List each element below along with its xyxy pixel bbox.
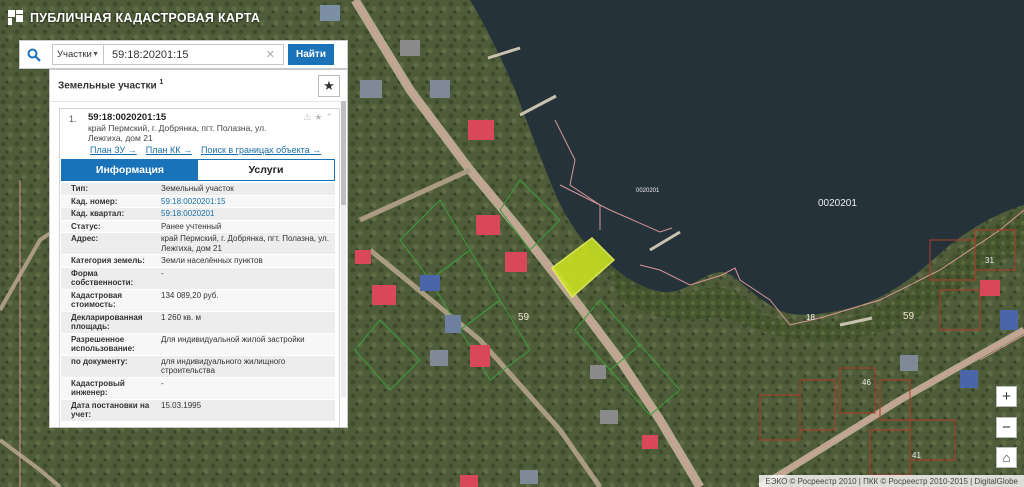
- map-label-31: 31: [985, 256, 994, 265]
- table-row: Кад. квартал: 59:18:0020201: [61, 208, 335, 221]
- table-row: Разрешенное использование: Для индивидуал…: [61, 333, 335, 356]
- map-label-59: 59: [518, 312, 530, 323]
- table-row: Кадастровая стоимость: 134 089,20 руб.: [61, 289, 335, 312]
- row-key: Кад. номер:: [71, 196, 118, 206]
- map-label-59-right: 59: [903, 311, 915, 322]
- search-category-value: Участки: [57, 49, 92, 60]
- map-label-46: 46: [862, 378, 871, 387]
- result-icons: ⚠ ★ ⌃: [303, 112, 333, 123]
- table-row: Декларированная площадь: 1 260 кв. м: [61, 311, 335, 334]
- results-panel: Земельные участки 1 ★ 1. 59:18:0020201:1…: [49, 69, 348, 428]
- zoom-out-button[interactable]: −: [996, 417, 1017, 438]
- result-card: 1. 59:18:0020201:15 край Пермский, г. До…: [59, 108, 340, 427]
- row-value: -: [161, 268, 164, 278]
- scroll-thumb[interactable]: [341, 101, 346, 205]
- app-title: ПУБЛИЧНАЯ КАДАСТРОВАЯ КАРТА: [30, 11, 261, 25]
- row-key: Кадастровый инженер:: [71, 378, 125, 398]
- info-table: Тип: Земельный участок Кад. номер: 59:18:0…: [61, 183, 335, 422]
- map-label-18: 18: [806, 313, 815, 322]
- row-value: Земельный участок: [161, 184, 234, 193]
- panel-title: Земельные участки 1: [58, 79, 164, 92]
- star-icon[interactable]: ★: [318, 74, 340, 97]
- table-row: Тип: Земельный участок: [61, 183, 335, 196]
- table-row: по документу: для индивидуального жилищно…: [61, 355, 335, 378]
- row-key: Дата постановки на учет:: [71, 400, 150, 420]
- row-value[interactable]: 59:18:0020201: [153, 208, 335, 220]
- row-key: Кадастровая стоимость:: [71, 290, 123, 310]
- tab-services[interactable]: Услуги: [198, 160, 334, 180]
- tab-info[interactable]: Информация: [62, 160, 198, 180]
- map-label-quarter-small: 0020201: [636, 188, 660, 194]
- chevron-down-icon: ▼: [92, 51, 99, 58]
- app-header: ПУБЛИЧНАЯ КАДАСТРОВАЯ КАРТА: [8, 10, 260, 26]
- row-value[interactable]: 59:18:0020201:15: [153, 196, 335, 208]
- row-value: 134 089,20 руб.: [161, 290, 219, 300]
- row-key: Статус:: [71, 221, 101, 231]
- logo-icon[interactable]: [8, 10, 24, 26]
- zoom-in-button[interactable]: +: [996, 386, 1017, 407]
- result-tabs: Информация Услуги: [61, 159, 335, 181]
- result-number: 1.: [69, 114, 77, 124]
- panel-header: Земельные участки 1 ★: [50, 70, 347, 102]
- table-row: Дата постановки на учет: 15.03.1995: [61, 399, 335, 422]
- result-head: 1. 59:18:0020201:15 край Пермский, г. До…: [60, 109, 339, 147]
- row-key: Разрешенное использование:: [71, 334, 135, 354]
- row-key: Адрес:: [71, 234, 99, 243]
- row-key: Категория земель:: [71, 256, 145, 265]
- row-value: Для индивидуальной жилой застройки: [161, 334, 305, 344]
- link-plan-zu[interactable]: План ЗУ →: [90, 145, 137, 155]
- row-value: Ранее учтенный: [161, 221, 222, 231]
- search-icon[interactable]: [20, 41, 48, 68]
- search-input-value: 59:18:20201:15: [112, 48, 189, 61]
- clear-icon[interactable]: ✕: [266, 48, 275, 61]
- search-input[interactable]: 59:18:20201:15 ✕: [104, 44, 284, 65]
- warning-icon[interactable]: ⚠: [303, 112, 311, 123]
- home-icon[interactable]: ⌂: [996, 447, 1017, 468]
- map-label-quarter: 0020201: [818, 198, 857, 209]
- row-value: Земли населённых пунктов: [161, 256, 263, 265]
- result-address: край Пермский, г. Добрянка, пгт. Полазна…: [88, 123, 267, 143]
- row-key: Форма собственности:: [71, 268, 134, 288]
- table-row: Кад. номер: 59:18:0020201:15: [61, 195, 335, 208]
- row-value: 1 260 кв. м: [161, 312, 201, 322]
- result-links: План ЗУ → План КК → Поиск в границах объ…: [90, 145, 321, 155]
- row-value: 15.03.1995: [161, 400, 202, 410]
- row-value: для индивидуального жилищного строительс…: [161, 356, 286, 376]
- map-label-41: 41: [912, 451, 921, 460]
- map-copyright: ЕЭКО © Росреестр 2010 | ПКК © Росреестр …: [759, 475, 1024, 487]
- row-key: Тип:: [71, 184, 88, 193]
- row-key: по документу:: [71, 356, 128, 366]
- search-category-select[interactable]: Участки ▼: [52, 44, 104, 65]
- table-row: Адрес: край Пермский, г. Добрянка, пгт. П…: [61, 233, 335, 255]
- result-cadastral-number[interactable]: 59:18:0020201:15: [88, 112, 166, 123]
- table-row: Статус: Ранее учтенный: [61, 220, 335, 233]
- row-key: Декларированная площадь:: [71, 312, 143, 332]
- link-search-in-bounds[interactable]: Поиск в границах объекта →: [201, 145, 321, 155]
- row-value: край Пермский, г. Добрянка, пгт. Полазна…: [161, 234, 329, 253]
- star-icon[interactable]: ★: [314, 112, 322, 123]
- search-bar: Участки ▼ 59:18:20201:15 ✕ Найти: [19, 40, 348, 69]
- chevron-up-icon[interactable]: ⌃: [325, 112, 333, 123]
- table-row: Категория земель: Земли населённых пункто…: [61, 255, 335, 268]
- link-plan-kk[interactable]: План КК →: [146, 145, 192, 155]
- panel-scrollbar[interactable]: [341, 101, 346, 397]
- table-row: Кадастровый инженер: -: [61, 377, 335, 400]
- table-row: Форма собственности: -: [61, 267, 335, 290]
- search-button[interactable]: Найти: [288, 44, 334, 65]
- row-key: Кад. квартал:: [71, 209, 125, 218]
- row-value: -: [161, 378, 164, 388]
